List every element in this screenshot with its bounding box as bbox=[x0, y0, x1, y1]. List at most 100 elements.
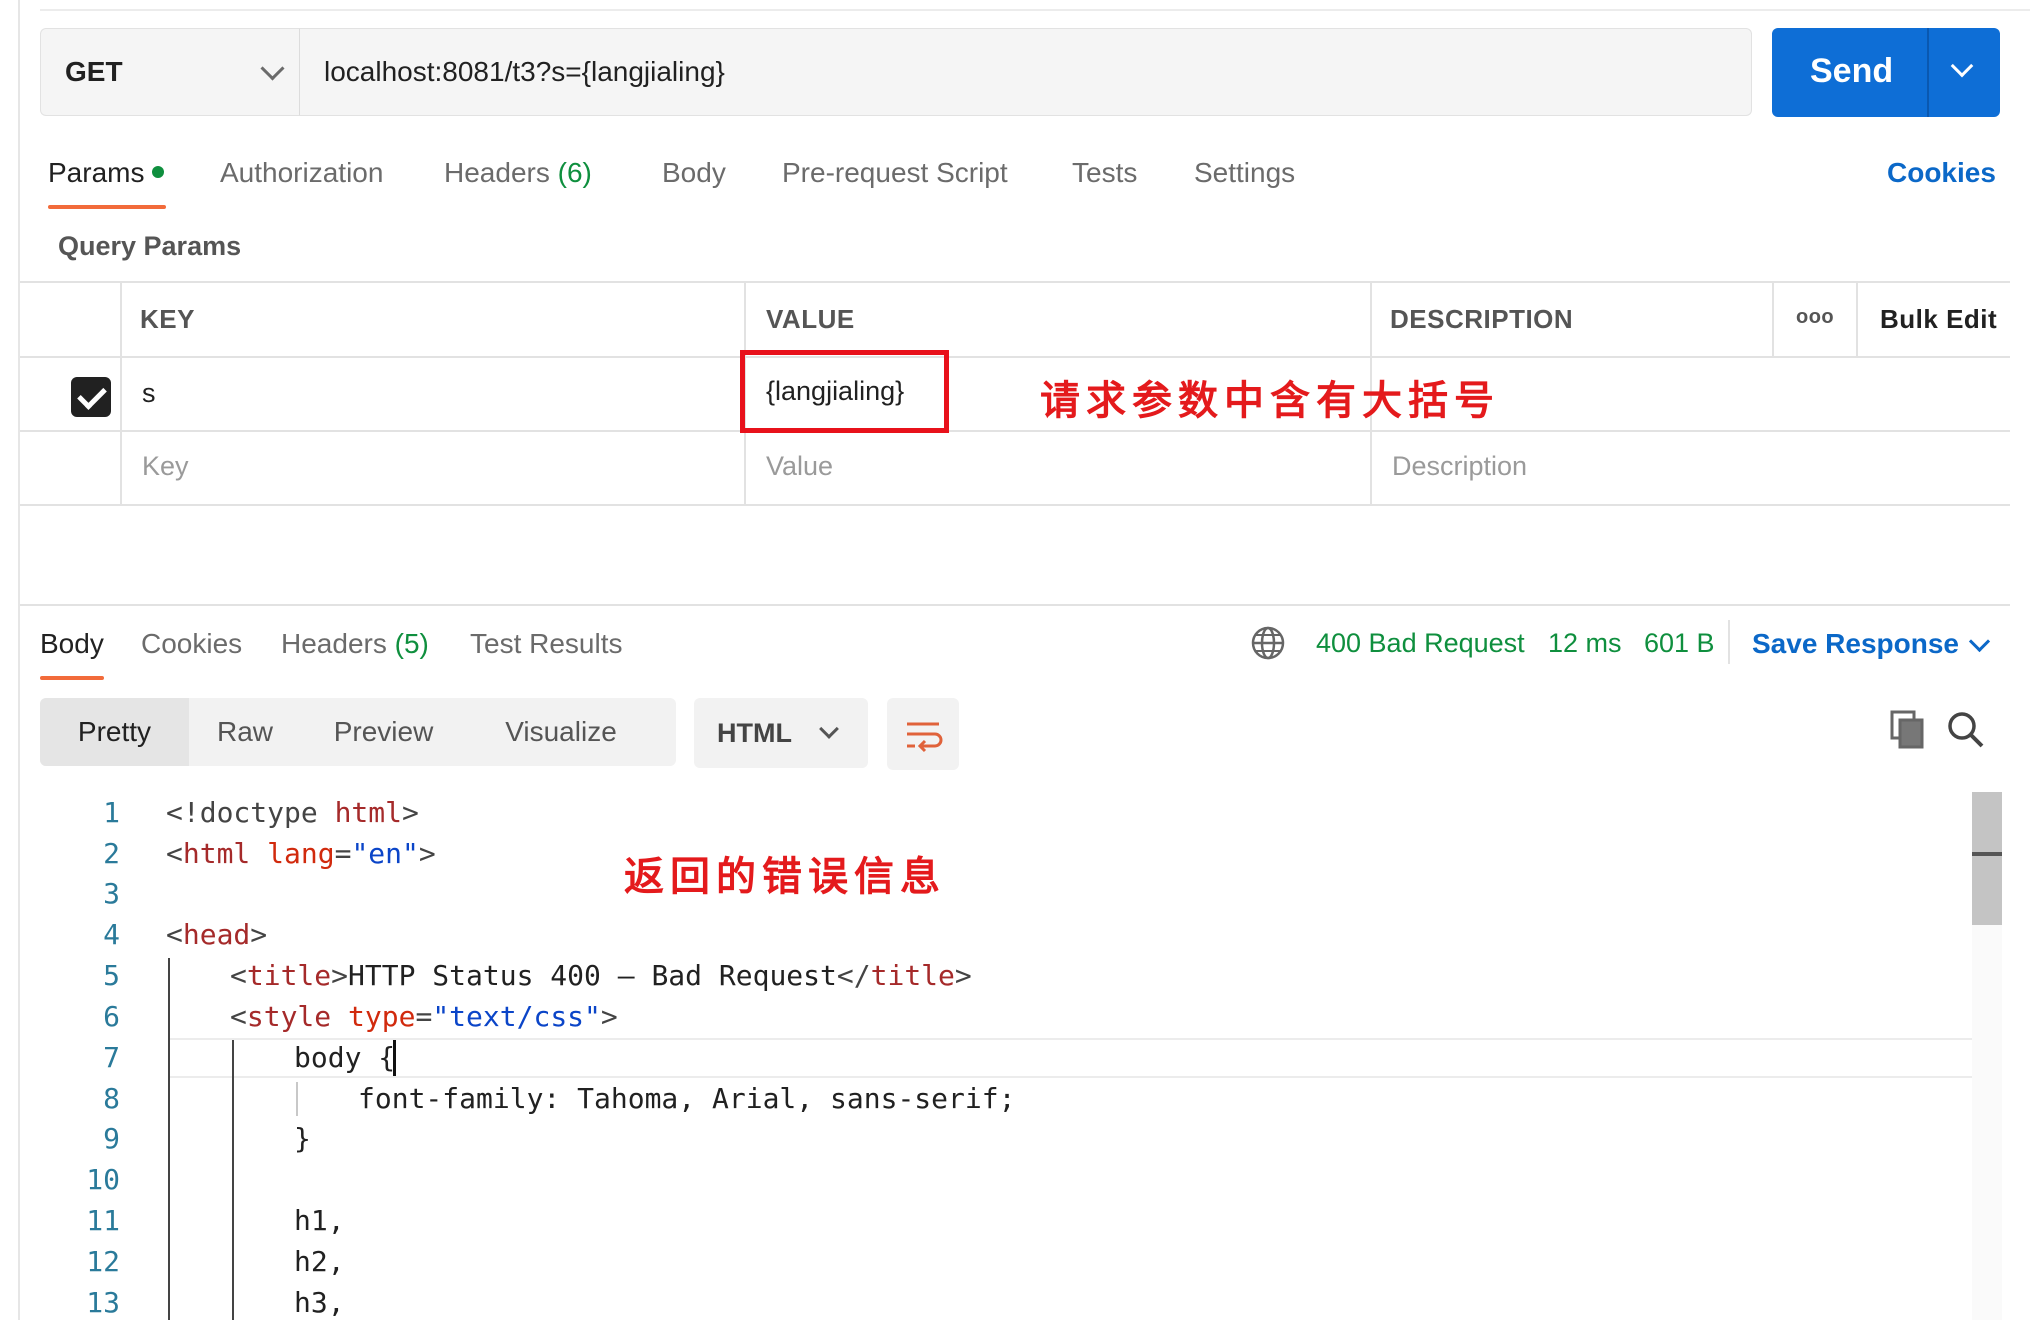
response-divider bbox=[20, 604, 2010, 606]
column-divider bbox=[120, 281, 122, 506]
params-annotation: 请求参数中含有大括号 bbox=[1040, 377, 1500, 424]
new-value-input[interactable]: Value bbox=[766, 451, 833, 482]
status-code[interactable]: 400 Bad Request bbox=[1316, 628, 1525, 659]
send-button[interactable]: Send bbox=[1772, 28, 2000, 117]
copy-icon[interactable] bbox=[1890, 710, 1926, 750]
indent-guide bbox=[232, 1040, 234, 1320]
tab-params[interactable]: Params bbox=[48, 157, 165, 189]
send-divider bbox=[1927, 28, 1929, 117]
response-tab-headers-label: Headers bbox=[281, 628, 387, 659]
tab-headers[interactable]: Headers (6) bbox=[444, 157, 592, 189]
view-preview[interactable]: Preview bbox=[301, 698, 466, 766]
line-number: 8 bbox=[103, 1082, 120, 1115]
response-tab-test-results[interactable]: Test Results bbox=[470, 628, 623, 660]
line-number: 12 bbox=[86, 1245, 120, 1278]
indent-guide bbox=[296, 1082, 298, 1116]
code-line-9[interactable]: } bbox=[294, 1122, 311, 1155]
column-header-value: VALUE bbox=[766, 304, 855, 334]
send-label: Send bbox=[1810, 52, 1894, 90]
method-select[interactable]: GET bbox=[40, 28, 300, 116]
current-line-highlight bbox=[168, 1038, 2000, 1078]
response-tab-headers[interactable]: Headers (5) bbox=[281, 628, 429, 660]
code-line-13[interactable]: h3, bbox=[294, 1286, 345, 1319]
save-response-button[interactable]: Save Response bbox=[1752, 628, 1959, 660]
tab-headers-count: (6) bbox=[557, 157, 592, 188]
save-response-label: Save Response bbox=[1752, 628, 1959, 659]
line-number: 7 bbox=[103, 1041, 120, 1074]
table-border-bottom bbox=[20, 504, 2010, 506]
response-tab-cookies[interactable]: Cookies bbox=[141, 628, 242, 660]
line-number: 9 bbox=[103, 1122, 120, 1155]
status-divider bbox=[1728, 620, 1730, 664]
format-label: HTML bbox=[717, 718, 792, 748]
response-headers-count: (5) bbox=[394, 628, 429, 659]
param-enabled-checkbox[interactable] bbox=[71, 377, 111, 417]
view-mode-group: Pretty Raw Preview Visualize bbox=[40, 698, 676, 766]
view-raw[interactable]: Raw bbox=[189, 698, 301, 766]
table-border-top bbox=[20, 281, 2010, 283]
response-tab-body[interactable]: Body bbox=[40, 628, 104, 660]
line-number: 5 bbox=[103, 959, 120, 992]
tab-headers-label: Headers bbox=[444, 157, 550, 188]
new-description-input[interactable]: Description bbox=[1392, 451, 1527, 482]
cookies-link[interactable]: Cookies bbox=[1887, 157, 1996, 189]
tab-params-label: Params bbox=[48, 157, 145, 188]
column-header-key: KEY bbox=[140, 304, 195, 334]
scrollbar-marker bbox=[1972, 852, 2002, 856]
new-key-input[interactable]: Key bbox=[142, 451, 189, 482]
tab-settings[interactable]: Settings bbox=[1194, 157, 1295, 189]
code-line-2[interactable]: <html lang="en"> bbox=[166, 837, 436, 870]
method-label: GET bbox=[65, 56, 123, 87]
response-size[interactable]: 601 B bbox=[1644, 628, 1715, 659]
line-number: 4 bbox=[103, 918, 120, 951]
annotation-highlight-box bbox=[740, 350, 949, 433]
line-number: 2 bbox=[103, 837, 120, 870]
globe-icon[interactable] bbox=[1250, 625, 1286, 661]
url-input[interactable]: localhost:8081/t3?s={langjialing} bbox=[300, 28, 1752, 116]
code-line-8[interactable]: font-family: Tahoma, Arial, sans-serif; bbox=[358, 1082, 1015, 1115]
wrap-lines-button[interactable] bbox=[887, 698, 959, 770]
response-time[interactable]: 12 ms bbox=[1548, 628, 1622, 659]
tab-authorization[interactable]: Authorization bbox=[220, 157, 383, 189]
line-number: 3 bbox=[103, 877, 120, 910]
top-divider bbox=[40, 0, 2030, 11]
code-line-5[interactable]: <title>HTTP Status 400 – Bad Request</ti… bbox=[230, 959, 972, 992]
code-line-1[interactable]: <!doctype html> bbox=[166, 796, 419, 829]
tab-body[interactable]: Body bbox=[662, 157, 726, 189]
tab-tests[interactable]: Tests bbox=[1072, 157, 1137, 189]
line-number: 6 bbox=[103, 1000, 120, 1033]
table-border bbox=[20, 430, 2010, 432]
left-border bbox=[18, 0, 20, 1320]
code-line-12[interactable]: h2, bbox=[294, 1245, 345, 1278]
url-text: localhost:8081/t3?s={langjialing} bbox=[324, 56, 725, 87]
search-icon[interactable] bbox=[1946, 710, 1986, 750]
params-indicator-dot bbox=[152, 165, 165, 178]
line-number: 13 bbox=[86, 1286, 120, 1319]
query-params-title: Query Params bbox=[58, 231, 242, 261]
tab-prerequest-script[interactable]: Pre-request Script bbox=[782, 157, 1008, 189]
wrap-icon bbox=[907, 722, 943, 753]
column-divider bbox=[1772, 281, 1774, 356]
code-line-4[interactable]: <head> bbox=[166, 918, 267, 951]
chevron-down-icon bbox=[819, 719, 839, 739]
column-divider bbox=[1856, 281, 1858, 356]
text-cursor bbox=[393, 1040, 396, 1076]
code-line-6[interactable]: <style type="text/css"> bbox=[230, 1000, 618, 1033]
line-number: 11 bbox=[86, 1204, 120, 1237]
format-select[interactable]: HTML bbox=[694, 698, 868, 768]
bulk-edit-button[interactable]: Bulk Edit bbox=[1880, 304, 1997, 335]
table-border bbox=[20, 356, 2010, 358]
response-active-tab-indicator bbox=[40, 676, 104, 680]
code-line-11[interactable]: h1, bbox=[294, 1204, 345, 1237]
column-header-description: DESCRIPTION bbox=[1390, 304, 1574, 334]
view-visualize[interactable]: Visualize bbox=[466, 698, 656, 766]
send-options-chevron-icon[interactable] bbox=[1950, 54, 1974, 78]
view-pretty[interactable]: Pretty bbox=[40, 698, 189, 766]
more-options-icon[interactable]: ooo bbox=[1796, 306, 1834, 329]
code-line-7[interactable]: body { bbox=[294, 1041, 395, 1074]
param-key-cell[interactable]: s bbox=[142, 378, 156, 409]
response-annotation: 返回的错误信息 bbox=[624, 853, 946, 900]
scrollbar-thumb[interactable] bbox=[1972, 792, 2002, 925]
chevron-down-icon[interactable] bbox=[1968, 630, 1991, 653]
chevron-down-icon bbox=[260, 56, 285, 81]
